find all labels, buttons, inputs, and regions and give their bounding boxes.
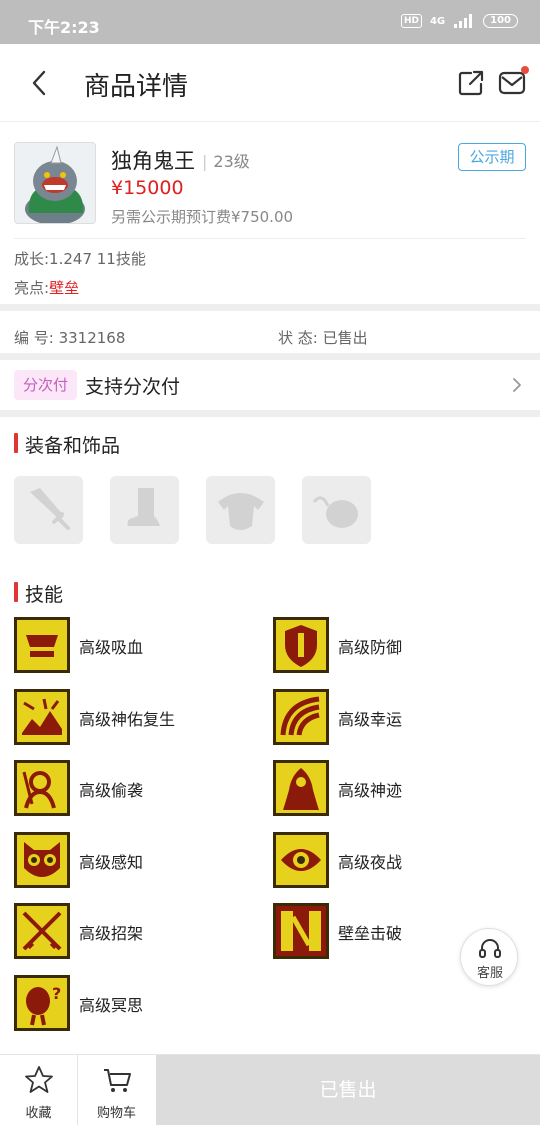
page-title: 商品详情	[84, 72, 189, 102]
blood-suck-icon	[14, 617, 70, 673]
highlight-label: 亮点:	[14, 279, 50, 297]
sneak-attack-icon	[14, 760, 70, 816]
price: ¥15000	[111, 177, 184, 199]
sword-icon	[30, 488, 70, 530]
battery-icon: 100	[483, 14, 518, 28]
skill-item[interactable]: 高级偷袭	[14, 760, 264, 818]
growth-info: 成长:1.247 11技能	[14, 250, 146, 268]
equipment-section-title: 装备和饰品	[14, 431, 120, 458]
skill-label: 高级防御	[338, 638, 403, 657]
goods-summary: 独角鬼王 | 23级 ¥15000 另需公示期预订费¥750.00 公示期 成长:…	[0, 123, 540, 303]
message-icon[interactable]	[498, 70, 526, 96]
sold-out-button[interactable]: 已售出	[156, 1055, 540, 1125]
ornament-icon	[312, 496, 358, 528]
cart-button[interactable]: 购物车	[78, 1055, 155, 1125]
order-info: 编 号: 3312168 状 态: 已售出	[0, 318, 540, 352]
skill-item[interactable]: 高级神佑复生	[14, 689, 264, 747]
skill-item[interactable]: 高级幸运	[273, 689, 523, 747]
headset-icon	[479, 939, 501, 958]
meditate-icon: ?	[14, 975, 70, 1031]
section-gap	[0, 353, 540, 360]
skills-section-title: 技能	[14, 580, 63, 607]
signal-icon	[454, 14, 473, 28]
reservation-fee-note: 另需公示期预订费¥750.00	[111, 208, 294, 226]
skill-item[interactable]: 高级神迹	[273, 760, 523, 818]
share-icon[interactable]	[458, 70, 484, 96]
divider: |	[202, 152, 208, 171]
skill-item[interactable]: 高级夜战	[273, 832, 523, 890]
chevron-right-icon	[513, 378, 521, 392]
skill-item[interactable]: ? 高级冥思	[14, 975, 264, 1033]
customer-service-label: 客服	[476, 966, 503, 981]
skill-label: 高级偷袭	[79, 781, 144, 800]
skill-item[interactable]: 高级防御	[273, 617, 523, 675]
favorite-label: 收藏	[25, 1106, 52, 1121]
owl-icon	[14, 832, 70, 888]
pet-avatar	[14, 142, 96, 224]
skill-label: 高级吸血	[79, 638, 144, 657]
status-badge: 公示期	[458, 143, 526, 171]
highlight-value: 壁垒	[49, 279, 80, 297]
pet-level: | 23级	[202, 148, 250, 172]
skill-label: 高级夜战	[338, 853, 403, 872]
pet-level-value: 23级	[213, 152, 250, 171]
back-arrow-icon[interactable]	[26, 66, 54, 100]
armor-icon	[218, 493, 264, 530]
wall-break-icon	[273, 903, 329, 959]
network-label: 4G	[429, 15, 446, 27]
skill-label: 高级感知	[79, 853, 144, 872]
cart-label: 购物车	[96, 1106, 136, 1121]
star-icon	[25, 1066, 53, 1093]
installment-text: 支持分次付	[85, 376, 181, 398]
equipment-slot-weapon[interactable]	[14, 476, 83, 544]
boot-icon	[127, 488, 160, 526]
shield-icon	[273, 617, 329, 673]
favorite-button[interactable]: 收藏	[0, 1055, 77, 1125]
skill-label: 高级神迹	[338, 781, 403, 800]
item-state: 状 态: 已售出	[278, 329, 368, 347]
skill-item[interactable]: 高级感知	[14, 832, 264, 890]
skill-item[interactable]: 高级招架	[14, 903, 264, 961]
svg-text:?: ?	[52, 984, 61, 1003]
miracle-icon	[273, 760, 329, 816]
skill-label: 高级幸运	[338, 710, 403, 729]
bottom-action-bar: 收藏 购物车 已售出	[0, 1054, 540, 1125]
item-number: 编 号: 3312168	[14, 329, 126, 347]
equipment-slot-ornament[interactable]	[302, 476, 371, 544]
crossed-swords-icon	[14, 903, 70, 959]
equipment-slot-armor[interactable]	[206, 476, 275, 544]
section-gap	[0, 304, 540, 311]
equipment-slot-boots[interactable]	[110, 476, 179, 544]
installment-row[interactable]: 分次付 支持分次付	[0, 360, 540, 410]
installment-tag: 分次付	[14, 370, 77, 400]
skill-label: 壁垒击破	[338, 924, 403, 943]
skill-item[interactable]: 高级吸血	[14, 617, 264, 675]
nav-header: 商品详情	[0, 44, 540, 122]
status-time: 下午2:23	[28, 18, 100, 37]
notification-dot	[521, 66, 529, 74]
cart-icon	[104, 1069, 131, 1092]
status-bar: 下午2:23 HD 4G 100	[0, 0, 540, 44]
pet-name: 独角鬼王	[111, 149, 195, 173]
pet-portrait-icon	[15, 143, 95, 223]
luck-icon	[273, 689, 329, 745]
divider	[14, 238, 526, 239]
skill-label: 高级招架	[79, 924, 144, 943]
highlight-info: 亮点:壁垒	[14, 277, 79, 298]
status-icons: HD 4G 100	[400, 14, 518, 28]
skill-label: 高级冥思	[79, 996, 144, 1015]
skill-label: 高级神佑复生	[79, 710, 176, 729]
hd-icon: HD	[400, 14, 422, 28]
night-eye-icon	[273, 832, 329, 888]
section-gap	[0, 410, 540, 417]
revive-icon	[14, 689, 70, 745]
customer-service-button[interactable]: 客服	[460, 928, 518, 986]
